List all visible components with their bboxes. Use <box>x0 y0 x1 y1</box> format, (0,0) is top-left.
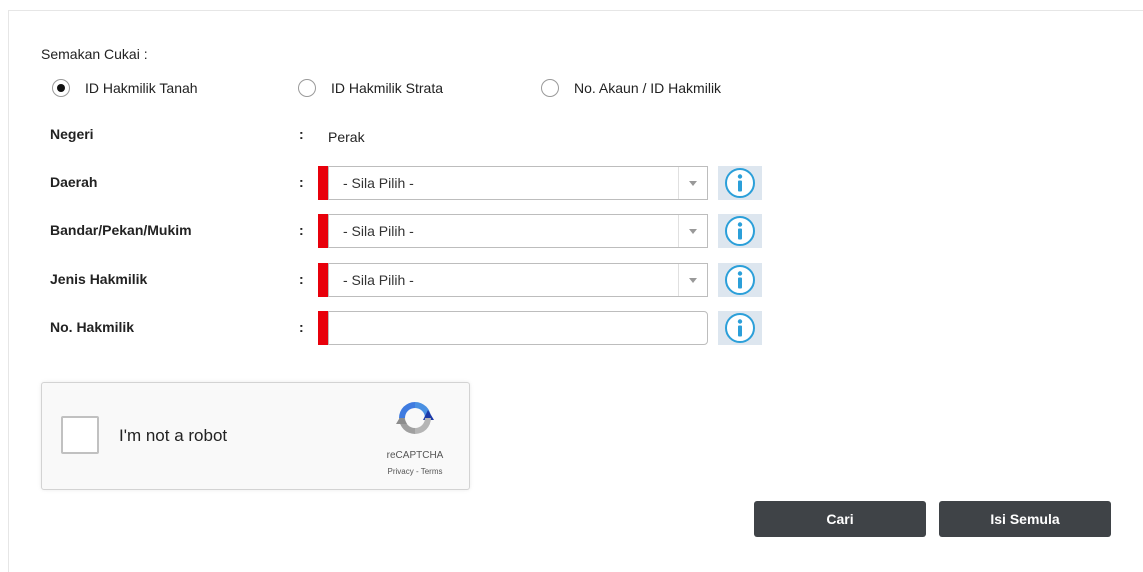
radio-no-akaun-id-hakmilik[interactable]: No. Akaun / ID Hakmilik <box>541 78 721 98</box>
jenis-hakmilik-required-marker <box>318 263 328 297</box>
jenis-hakmilik-colon: : <box>299 271 304 287</box>
recaptcha-links: Privacy - Terms <box>362 467 468 476</box>
bandar-label: Bandar/Pekan/Mukim <box>50 222 192 238</box>
negeri-label: Negeri <box>50 126 94 142</box>
recaptcha-checkbox[interactable] <box>61 416 99 454</box>
radio-id-hakmilik-tanah[interactable]: ID Hakmilik Tanah <box>52 78 198 98</box>
daerah-select-value: - Sila Pilih - <box>343 175 414 191</box>
bandar-colon: : <box>299 222 304 238</box>
bandar-select-value: - Sila Pilih - <box>343 223 414 239</box>
jenis-hakmilik-info-button[interactable] <box>718 263 762 297</box>
radio-id-hakmilik-strata[interactable]: ID Hakmilik Strata <box>298 78 443 98</box>
info-circle-icon <box>725 216 755 246</box>
radio-label: ID Hakmilik Tanah <box>85 80 198 96</box>
recaptcha-label: I'm not a robot <box>119 426 228 445</box>
reset-button[interactable]: Isi Semula <box>939 501 1111 537</box>
recaptcha-privacy-link[interactable]: Privacy <box>388 467 414 476</box>
radio-button[interactable] <box>298 79 316 97</box>
no-hakmilik-input[interactable] <box>328 311 708 345</box>
radio-button[interactable] <box>52 79 70 97</box>
negeri-colon: : <box>299 126 304 142</box>
section-label: Semakan Cukai : <box>41 46 148 62</box>
chevron-down-icon[interactable] <box>678 167 707 199</box>
info-circle-icon <box>725 265 755 295</box>
bandar-required-marker <box>318 214 328 248</box>
daerah-select[interactable]: - Sila Pilih - <box>328 166 708 200</box>
jenis-hakmilik-select-value: - Sila Pilih - <box>343 272 414 288</box>
radio-selected-dot <box>57 84 65 92</box>
chevron-down-icon[interactable] <box>678 215 707 247</box>
no-hakmilik-label: No. Hakmilik <box>50 319 135 335</box>
chevron-down-icon[interactable] <box>678 264 707 296</box>
search-button[interactable]: Cari <box>754 501 926 537</box>
recaptcha-logo-icon <box>396 402 434 434</box>
daerah-info-button[interactable] <box>718 166 762 200</box>
negeri-value: Perak <box>328 129 365 145</box>
recaptcha-brand: reCAPTCHA <box>386 450 444 461</box>
no-hakmilik-info-button[interactable] <box>718 311 762 345</box>
daerah-label: Daerah <box>50 174 98 190</box>
recaptcha-widget: I'm not a robot reCAPTCHA Privacy - Term… <box>41 382 470 490</box>
jenis-hakmilik-select[interactable]: - Sila Pilih - <box>328 263 708 297</box>
radio-button[interactable] <box>541 79 559 97</box>
radio-label: ID Hakmilik Strata <box>331 80 444 96</box>
no-hakmilik-colon: : <box>299 319 304 335</box>
bandar-select[interactable]: - Sila Pilih - <box>328 214 708 248</box>
daerah-colon: : <box>299 174 304 190</box>
jenis-hakmilik-label: Jenis Hakmilik <box>50 271 148 287</box>
recaptcha-terms-link[interactable]: Terms <box>421 467 443 476</box>
info-circle-icon <box>725 168 755 198</box>
radio-label: No. Akaun / ID Hakmilik <box>574 80 722 96</box>
bandar-info-button[interactable] <box>718 214 762 248</box>
daerah-required-marker <box>318 166 328 200</box>
recaptcha-link-separator: - <box>413 467 421 476</box>
no-hakmilik-required-marker <box>318 311 328 345</box>
info-circle-icon <box>725 313 755 343</box>
